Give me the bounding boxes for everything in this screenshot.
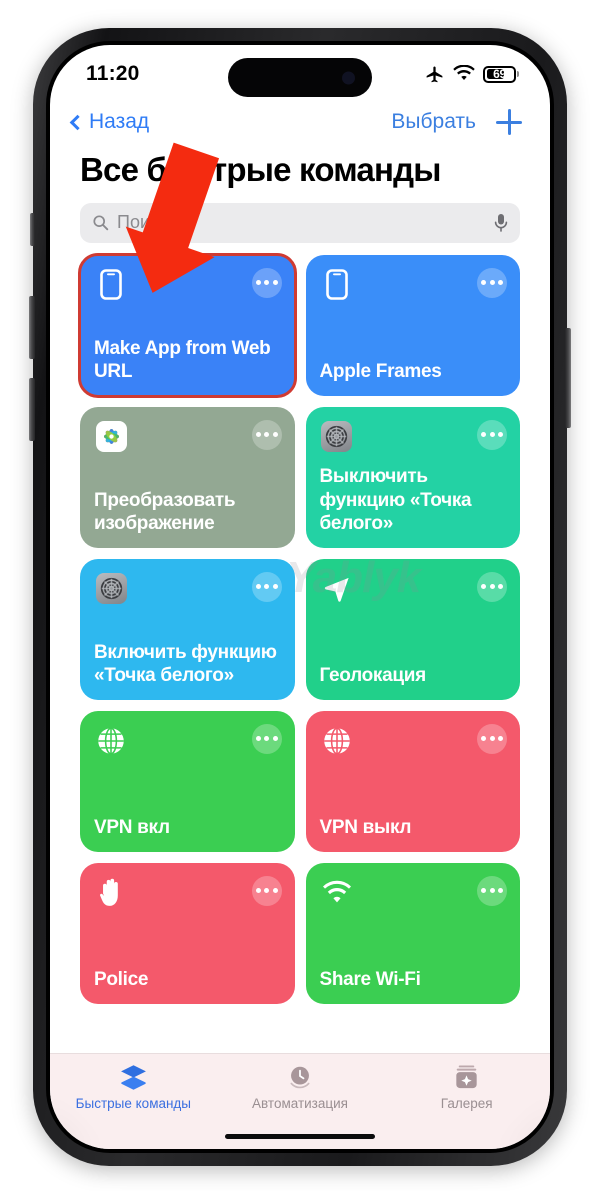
- navigation-bar: Назад Выбрать: [50, 97, 550, 141]
- location-arrow-icon: [320, 572, 354, 606]
- shortcuts-stack-icon: [118, 1063, 148, 1091]
- front-camera-icon: [342, 71, 355, 84]
- search-icon: [93, 215, 109, 231]
- card-more-menu-button[interactable]: [251, 723, 282, 754]
- card-more-menu-button[interactable]: [251, 267, 282, 298]
- shortcut-label: VPN вкл: [94, 816, 170, 838]
- shortcut-label: Police: [94, 968, 149, 990]
- card-more-menu-button[interactable]: [477, 419, 507, 450]
- hand-raised-icon: [94, 876, 128, 910]
- iphone-icon: [320, 268, 354, 302]
- status-time: 11:20: [86, 62, 140, 85]
- dynamic-island: [228, 58, 372, 97]
- shortcut-label: Выключить функцию «Точка белого»: [319, 466, 472, 534]
- shortcut-card[interactable]: VPN выкл: [305, 710, 520, 852]
- tab-label: Быстрые команды: [75, 1096, 192, 1111]
- card-more-menu-button[interactable]: [477, 267, 507, 298]
- nav-actions: Выбрать: [391, 109, 522, 135]
- card-more-menu-button[interactable]: [477, 571, 507, 602]
- shortcut-card[interactable]: VPN вкл: [80, 710, 295, 852]
- shortcut-card[interactable]: Выключить функцию «Точка белого»: [305, 406, 520, 548]
- shortcut-label: Share Wi-Fi: [319, 968, 421, 990]
- automation-clock-icon: [285, 1063, 315, 1091]
- wifi-icon: [320, 876, 354, 910]
- status-indicators: 69: [424, 64, 516, 85]
- shortcut-label: VPN выкл: [319, 816, 412, 838]
- iphone-device-frame: 11:20 69 Назад Выбрать Все быстрые коман…: [29, 28, 571, 1166]
- search-input[interactable]: Поиск: [80, 202, 520, 243]
- tab-label: Галерея: [440, 1096, 493, 1111]
- phone-screen: 11:20 69 Назад Выбрать Все быстрые коман…: [50, 45, 550, 1149]
- battery-percent-label: 69: [493, 67, 506, 81]
- shortcut-card[interactable]: Make App from Web URL: [78, 252, 297, 398]
- home-indicator: [225, 1133, 375, 1139]
- tab-label: Автоматизация: [252, 1096, 348, 1111]
- card-more-menu-button[interactable]: [477, 723, 507, 754]
- wifi-icon: [453, 65, 475, 81]
- search-placeholder-text: Поиск: [117, 212, 167, 233]
- shortcut-card[interactable]: Apple Frames: [305, 254, 520, 396]
- volume-up-button[interactable]: [29, 296, 35, 359]
- iphone-icon: [94, 268, 128, 302]
- gallery-sparkle-icon: [452, 1063, 482, 1091]
- shortcut-card[interactable]: Геолокация: [305, 558, 520, 700]
- card-more-menu-button[interactable]: [477, 875, 507, 906]
- side-power-button[interactable]: [565, 328, 571, 428]
- select-button[interactable]: Выбрать: [391, 110, 476, 134]
- shortcuts-grid: Make App from Web URL Apple Frames Преоб…: [50, 243, 550, 1004]
- microphone-icon[interactable]: [494, 213, 508, 233]
- volume-down-button[interactable]: [29, 378, 35, 441]
- shortcut-label: Геолокация: [319, 664, 427, 686]
- card-more-menu-button[interactable]: [251, 571, 282, 602]
- shortcut-card[interactable]: Преобразовать изображение: [80, 406, 295, 548]
- airplane-mode-icon: [426, 65, 443, 82]
- back-button-label: Назад: [89, 110, 150, 133]
- back-button[interactable]: Назад: [69, 110, 150, 134]
- battery-indicator: 69: [483, 65, 516, 83]
- shortcut-card[interactable]: Police: [80, 862, 295, 1004]
- settings-app-icon: [320, 420, 354, 454]
- photos-app-icon: [94, 420, 128, 454]
- search-section: Поиск: [50, 189, 550, 243]
- shortcut-label: Make App from Web URL: [94, 337, 271, 382]
- tab-gallery[interactable]: Галерея: [383, 1063, 550, 1149]
- globe-icon: [94, 724, 128, 758]
- add-shortcut-button[interactable]: [496, 109, 522, 135]
- status-bar: 11:20 69: [50, 45, 550, 97]
- shortcut-card[interactable]: Включить функцию «Точка белого»: [80, 558, 295, 700]
- settings-app-icon: [94, 572, 128, 606]
- tab-shortcuts[interactable]: Быстрые команды: [50, 1063, 217, 1149]
- card-more-menu-button[interactable]: [251, 875, 282, 906]
- shortcut-label: Преобразовать изображение: [94, 489, 236, 534]
- chevron-left-icon: [69, 114, 86, 130]
- page-title: Все быстрые команды: [80, 151, 441, 188]
- globe-icon: [320, 724, 354, 758]
- mute-switch-button[interactable]: [30, 213, 35, 246]
- card-more-menu-button[interactable]: [251, 419, 282, 450]
- bottom-tab-bar: Быстрые команды Автоматизация Галерея: [50, 1053, 550, 1149]
- shortcut-label: Включить функцию «Точка белого»: [94, 641, 277, 686]
- device-bezel: 11:20 69 Назад Выбрать Все быстрые коман…: [46, 41, 554, 1153]
- shortcut-card[interactable]: Share Wi-Fi: [305, 862, 520, 1004]
- shortcut-label: Apple Frames: [319, 360, 442, 382]
